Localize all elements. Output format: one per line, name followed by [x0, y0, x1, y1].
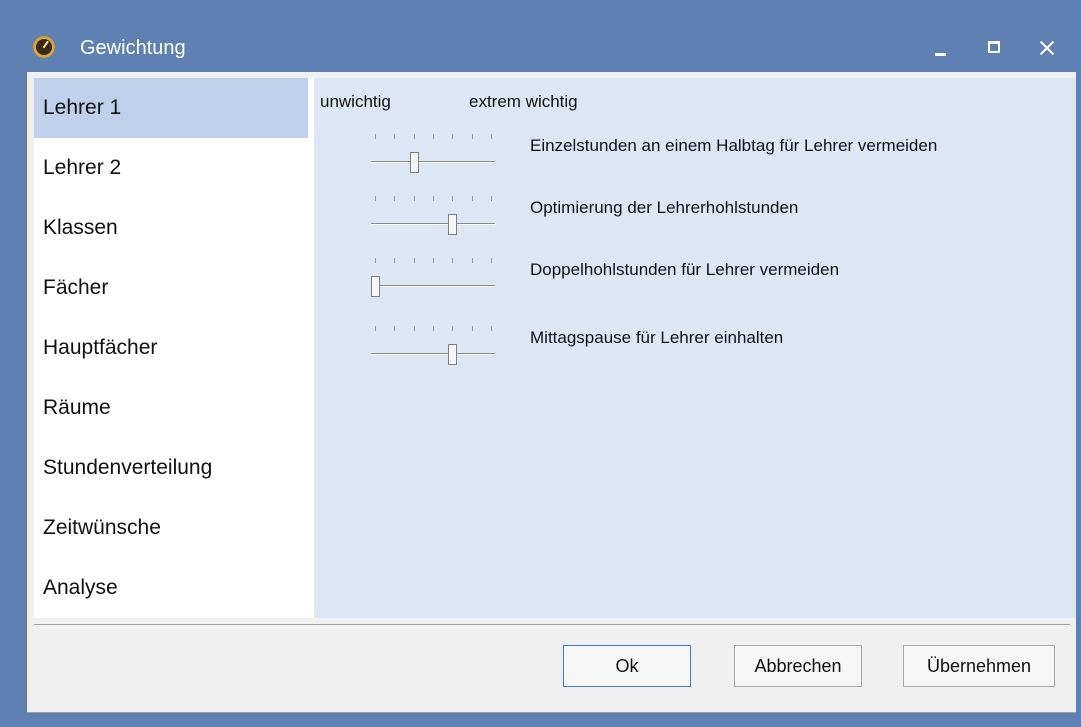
slider-tick	[472, 196, 473, 201]
slider-tick	[452, 326, 453, 331]
slider-thumb[interactable]	[448, 344, 457, 365]
minimize-icon[interactable]	[926, 34, 956, 62]
weight-slider[interactable]	[369, 258, 497, 302]
slider-tick	[394, 326, 395, 331]
slider-tick	[491, 196, 492, 201]
slider-tick	[491, 326, 492, 331]
weight-slider[interactable]	[369, 134, 497, 178]
scale-low-label: unwichtig	[320, 92, 391, 111]
window-title: Gewichtung	[80, 37, 186, 59]
slider-tick	[433, 134, 434, 139]
slider-tick	[433, 196, 434, 201]
slider-tick	[394, 134, 395, 139]
title-bar[interactable]: Gewichtung	[0, 0, 1081, 72]
slider-tick	[491, 258, 492, 263]
slider-thumb[interactable]	[448, 214, 457, 235]
weight-slider[interactable]	[369, 326, 497, 370]
sidebar-item-hauptfaecher[interactable]: Hauptfächer	[34, 318, 308, 378]
category-list: Lehrer 1 Lehrer 2 Klassen Fächer Hauptfä…	[34, 78, 314, 618]
sidebar-item-faecher[interactable]: Fächer	[34, 258, 308, 318]
ok-button[interactable]: Ok	[563, 645, 691, 687]
slider-thumb[interactable]	[371, 276, 380, 297]
weight-slider[interactable]	[369, 196, 497, 240]
sidebar-item-stundenverteilung[interactable]: Stundenverteilung	[34, 438, 308, 498]
slider-tick	[414, 196, 415, 201]
slider-tick	[452, 196, 453, 201]
sidebar-item-zeitwuensche[interactable]: Zeitwünsche	[34, 498, 308, 558]
scale-high-label: extrem wichtig	[469, 92, 578, 111]
slider-tick	[414, 326, 415, 331]
slider-tick	[375, 134, 376, 139]
slider-label: Einzelstunden an einem Halbtag für Lehre…	[530, 136, 938, 155]
slider-label: Doppelhohlstunden für Lehrer vermeiden	[530, 260, 840, 279]
slider-tick	[472, 326, 473, 331]
sidebar-item-raeume[interactable]: Räume	[34, 378, 308, 438]
slider-tick	[414, 258, 415, 263]
slider-tick	[472, 134, 473, 139]
slider-tick	[375, 326, 376, 331]
slider-tick	[433, 258, 434, 263]
slider-track[interactable]	[371, 353, 495, 355]
slider-track[interactable]	[371, 285, 495, 287]
slider-tick	[375, 196, 376, 201]
close-icon[interactable]	[1032, 34, 1062, 62]
slider-tick	[414, 134, 415, 139]
cancel-button[interactable]: Abbrechen	[734, 645, 862, 687]
sidebar-item-analyse[interactable]: Analyse	[34, 558, 308, 618]
weighting-panel: unwichtig extrem wichtig Einzelstunden a…	[314, 78, 1076, 618]
slider-tick	[452, 134, 453, 139]
clock-icon	[33, 36, 55, 58]
dialog-body: Lehrer 1 Lehrer 2 Klassen Fächer Hauptfä…	[26, 72, 1076, 713]
slider-tick	[433, 326, 434, 331]
button-separator	[34, 624, 1070, 625]
slider-tick	[394, 258, 395, 263]
dialog-window: Gewichtung Lehrer 1 Lehrer 2 Klassen Fäc…	[0, 0, 1081, 727]
sidebar-item-klassen[interactable]: Klassen	[34, 198, 308, 258]
slider-tick	[375, 258, 376, 263]
apply-button[interactable]: Übernehmen	[903, 645, 1055, 687]
slider-tick	[452, 258, 453, 263]
slider-tick	[394, 196, 395, 201]
slider-label: Mittagspause für Lehrer einhalten	[530, 328, 784, 347]
slider-track[interactable]	[371, 223, 495, 225]
maximize-icon[interactable]	[980, 34, 1010, 62]
slider-label: Optimierung der Lehrerhohlstunden	[530, 198, 799, 217]
sidebar-item-lehrer-1[interactable]: Lehrer 1	[34, 78, 308, 138]
slider-thumb[interactable]	[410, 152, 419, 173]
sidebar-item-lehrer-2[interactable]: Lehrer 2	[34, 138, 308, 198]
slider-tick	[472, 258, 473, 263]
slider-tick	[491, 134, 492, 139]
slider-track[interactable]	[371, 161, 495, 163]
